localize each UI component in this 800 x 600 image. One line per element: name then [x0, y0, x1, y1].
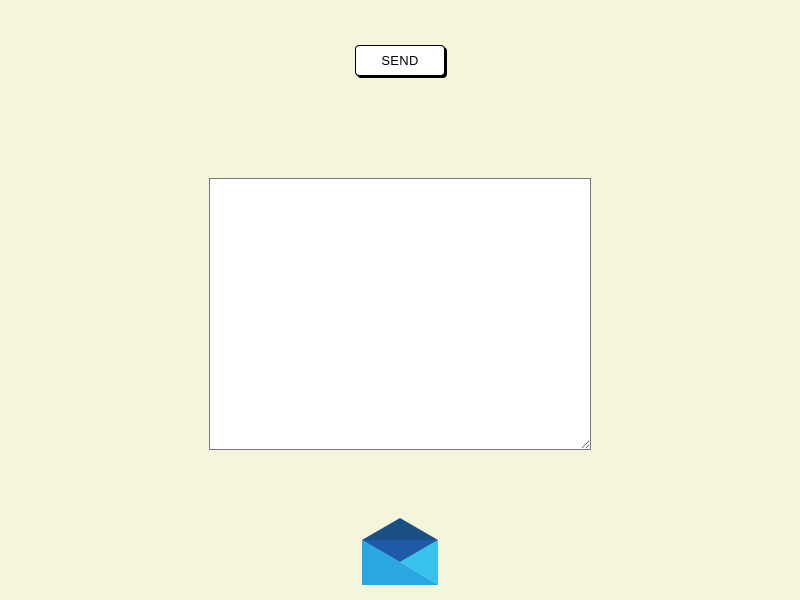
message-textarea[interactable] — [209, 178, 591, 450]
page: SEND — [0, 0, 800, 600]
open-envelope-icon — [362, 518, 438, 585]
send-button[interactable]: SEND — [355, 45, 445, 76]
